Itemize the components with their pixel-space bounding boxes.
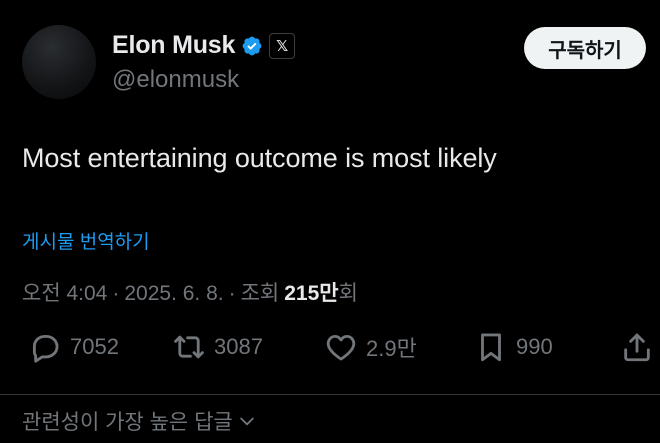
bookmark-button[interactable]: 990 (474, 330, 553, 364)
author-name[interactable]: Elon Musk (112, 31, 235, 60)
reply-icon (32, 334, 59, 363)
meta-separator: · (112, 282, 120, 305)
tweet-text: Most entertaining outcome is most likely (22, 143, 497, 173)
like-count: 2.9만 (366, 336, 417, 361)
tweet-meta: 오전 4:04 · 2025. 6. 8. · 조회 215만 회 (22, 277, 358, 307)
repost-count: 3087 (214, 334, 263, 359)
divider (0, 394, 660, 395)
verified-badge-icon (242, 36, 262, 55)
repost-icon (174, 335, 204, 359)
author-handle[interactable]: @elonmusk (112, 66, 239, 94)
bookmark-count: 990 (516, 334, 553, 359)
chevron-down-icon (239, 417, 254, 426)
action-bar: 7052 3087 2.9만 990 (22, 330, 660, 370)
translate-link[interactable]: 게시물 번역하기 (22, 227, 150, 254)
views-label: 조회 (240, 282, 280, 305)
like-button[interactable]: 2.9만 (324, 330, 417, 364)
post-date[interactable]: 2025. 6. 8. (124, 282, 223, 306)
views-count: 215만 (284, 282, 339, 305)
subscribe-button[interactable]: 구독하기 (524, 27, 646, 69)
share-icon (624, 333, 650, 362)
reply-count: 7052 (70, 334, 119, 359)
reply-button[interactable]: 7052 (28, 330, 119, 364)
post-time[interactable]: 오전 4:04 (22, 277, 107, 307)
like-icon (326, 334, 356, 361)
share-button[interactable] (620, 330, 654, 364)
replies-sort-label: 관련성이 가장 높은 답글 (22, 411, 233, 434)
replies-sort-dropdown[interactable]: 관련성이 가장 높은 답글 (22, 406, 257, 436)
views-suffix: 회 (338, 282, 358, 305)
author-name-row: Elon Musk 𝕏 (112, 31, 296, 60)
x-logo-icon: 𝕏 (269, 32, 296, 59)
repost-button[interactable]: 3087 (172, 330, 263, 364)
avatar[interactable] (22, 25, 96, 99)
bookmark-icon (481, 333, 501, 362)
meta-separator: · (228, 282, 236, 305)
